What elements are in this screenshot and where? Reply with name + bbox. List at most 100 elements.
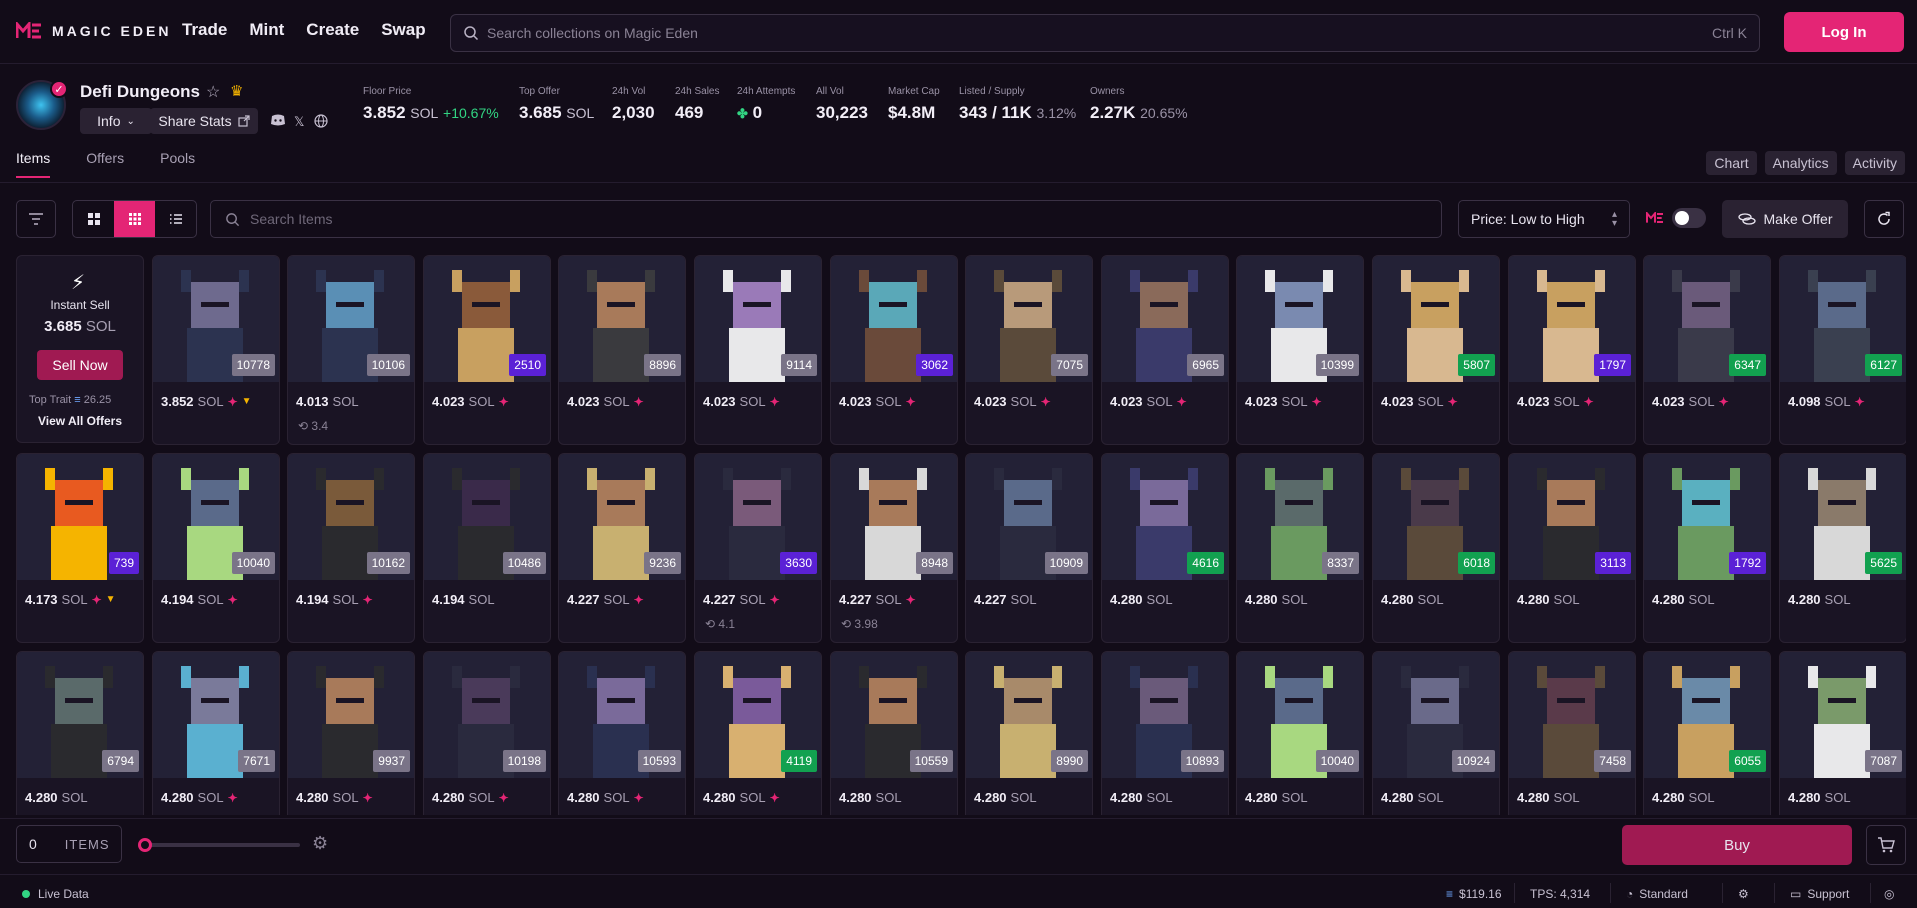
item-card[interactable]: 10162 4.194 SOL ✦ <box>287 453 415 643</box>
item-card[interactable]: 5807 4.023 SOL ✦ <box>1372 255 1500 445</box>
item-price-unit: SOL <box>1688 592 1715 607</box>
item-card[interactable]: 9937 4.280 SOL ✦ <box>287 651 415 815</box>
make-offer-button[interactable]: Make Offer <box>1722 200 1848 238</box>
filter-button[interactable] <box>16 200 56 238</box>
cart-button[interactable] <box>1866 825 1906 865</box>
item-card[interactable]: 8337 4.280 SOL <box>1236 453 1364 643</box>
view-all-offers-link[interactable]: View All Offers <box>17 414 143 428</box>
priority-mode-label: Standard <box>1639 887 1688 901</box>
toggle-knob <box>1675 211 1689 225</box>
discord-icon[interactable] <box>270 114 286 129</box>
x-twitter-icon[interactable]: 𝕏 <box>294 114 304 130</box>
pixel-art-eyes <box>879 500 907 505</box>
item-card[interactable]: 9236 4.227 SOL ✦ <box>558 453 686 643</box>
item-card[interactable]: 6055 4.280 SOL <box>1643 651 1771 815</box>
item-card[interactable]: 10198 4.280 SOL ✦ <box>423 651 551 815</box>
tab-items[interactable]: Items <box>16 150 51 178</box>
item-card[interactable]: 8948 4.227 SOL ✦ ⟲ 3.98 <box>830 453 958 643</box>
me-only-toggle[interactable] <box>1646 208 1706 228</box>
item-price: 4.023 SOL ✦ <box>1652 394 1729 409</box>
magic-eden-logo[interactable]: MAGIC EDEN <box>16 20 171 42</box>
nav-mint[interactable]: Mint <box>249 20 284 40</box>
small-grid-view-button[interactable] <box>114 201 155 237</box>
magic-eden-logo-icon <box>16 20 44 42</box>
pixel-art-eyes <box>1828 698 1856 703</box>
list-view-button[interactable] <box>155 201 196 237</box>
item-card[interactable]: 4119 4.280 SOL ✦ <box>694 651 822 815</box>
item-card[interactable]: 739 4.173 SOL ✦ ▼ <box>16 453 144 643</box>
item-card[interactable]: 7458 4.280 SOL <box>1508 651 1636 815</box>
pixel-art-hornl <box>181 666 191 688</box>
item-card[interactable]: 2510 4.023 SOL ✦ <box>423 255 551 445</box>
item-card[interactable]: 10106 4.013 SOL ⟲ 3.4 <box>287 255 415 445</box>
item-card[interactable]: 10040 4.280 SOL <box>1236 651 1364 815</box>
pixel-art-hornr <box>374 666 384 688</box>
item-price: 4.194 SOL ✦ <box>161 592 238 607</box>
sort-select[interactable]: Price: Low to High ▴ ▾ <box>1458 200 1630 238</box>
item-card[interactable]: 6127 4.098 SOL ✦ <box>1779 255 1906 445</box>
gear-icon[interactable]: ⚙ <box>312 833 328 854</box>
share-stats-button[interactable]: Share Stats <box>150 108 258 134</box>
item-card[interactable]: 6018 4.280 SOL <box>1372 453 1500 643</box>
favorite-star-icon[interactable]: ☆ <box>206 82 220 102</box>
large-grid-view-button[interactable] <box>73 201 114 237</box>
item-card[interactable]: 6347 4.023 SOL ✦ <box>1643 255 1771 445</box>
item-card[interactable]: 7087 4.280 SOL <box>1779 651 1906 815</box>
item-card[interactable]: 7075 4.023 SOL ✦ <box>965 255 1093 445</box>
item-card[interactable]: 4616 4.280 SOL <box>1101 453 1229 643</box>
item-card[interactable]: 10559 4.280 SOL <box>830 651 958 815</box>
item-price-unit: SOL <box>332 790 359 805</box>
item-card[interactable]: 10893 4.280 SOL <box>1101 651 1229 815</box>
item-card[interactable]: 10593 4.280 SOL ✦ <box>558 651 686 815</box>
nav-trade[interactable]: Trade <box>182 20 227 40</box>
item-card[interactable]: 5625 4.280 SOL <box>1779 453 1906 643</box>
toggle-switch[interactable] <box>1672 208 1706 228</box>
theme-icon[interactable]: ◎ <box>1884 887 1894 901</box>
item-card[interactable]: 10778 3.852 SOL ✦ ▼ <box>152 255 280 445</box>
collection-search-input[interactable]: Search collections on Magic Eden Ctrl K <box>450 14 1760 52</box>
login-button[interactable]: Log In <box>1784 12 1904 52</box>
pixel-art-eyes <box>472 500 500 505</box>
tab-pools[interactable]: Pools <box>160 150 195 178</box>
item-card[interactable]: 3062 4.023 SOL ✦ <box>830 255 958 445</box>
item-card[interactable]: 10486 4.194 SOL <box>423 453 551 643</box>
pixel-art-body <box>865 328 921 382</box>
settings-gear-icon[interactable]: ⚙ <box>1738 887 1749 901</box>
tab-activity[interactable]: Activity <box>1844 151 1905 175</box>
item-card[interactable]: 10040 4.194 SOL ✦ <box>152 453 280 643</box>
pixel-art-hornr <box>645 666 655 688</box>
rank-badge: 10778 <box>231 354 275 376</box>
pixel-art-hornr <box>1188 666 1198 688</box>
item-card[interactable]: 1797 4.023 SOL ✦ <box>1508 255 1636 445</box>
support-button[interactable]: ▭ Support <box>1790 887 1849 901</box>
item-card[interactable]: 8896 4.023 SOL ✦ <box>558 255 686 445</box>
item-card[interactable]: 10399 4.023 SOL ✦ <box>1236 255 1364 445</box>
priority-mode-button[interactable]: ◔ Standard <box>1626 887 1688 901</box>
item-price-value: 4.194 <box>296 592 329 607</box>
item-card[interactable]: 6794 4.280 SOL <box>16 651 144 815</box>
rank-badge: 6965 <box>1187 354 1224 376</box>
globe-icon[interactable] <box>314 114 328 131</box>
item-card[interactable]: 6965 4.023 SOL ✦ <box>1101 255 1229 445</box>
refresh-button[interactable] <box>1864 200 1904 238</box>
item-card[interactable]: 7671 4.280 SOL ✦ <box>152 651 280 815</box>
nav-swap[interactable]: Swap <box>381 20 425 40</box>
info-dropdown-button[interactable]: Info ⌄ <box>80 108 152 134</box>
items-count-input[interactable]: 0 ITEMS <box>16 825 122 863</box>
items-search-input[interactable]: Search Items <box>210 200 1442 238</box>
tab-analytics[interactable]: Analytics <box>1764 151 1837 175</box>
tab-chart[interactable]: Chart <box>1706 151 1757 175</box>
item-card[interactable]: 8990 4.280 SOL <box>965 651 1093 815</box>
nav-create[interactable]: Create <box>306 20 359 40</box>
item-card[interactable]: 3630 4.227 SOL ✦ ⟲ 4.1 <box>694 453 822 643</box>
sweep-slider[interactable] <box>138 838 300 852</box>
item-card[interactable]: 10924 4.280 SOL <box>1372 651 1500 815</box>
item-card[interactable]: 1792 4.280 SOL <box>1643 453 1771 643</box>
buy-button[interactable]: Buy <box>1622 825 1852 865</box>
sell-now-button[interactable]: Sell Now <box>37 350 123 380</box>
item-card[interactable]: 10909 4.227 SOL <box>965 453 1093 643</box>
item-card[interactable]: 9114 4.023 SOL ✦ <box>694 255 822 445</box>
slider-handle[interactable] <box>138 838 152 852</box>
item-card[interactable]: 3113 4.280 SOL <box>1508 453 1636 643</box>
tab-offers[interactable]: Offers <box>86 150 124 178</box>
